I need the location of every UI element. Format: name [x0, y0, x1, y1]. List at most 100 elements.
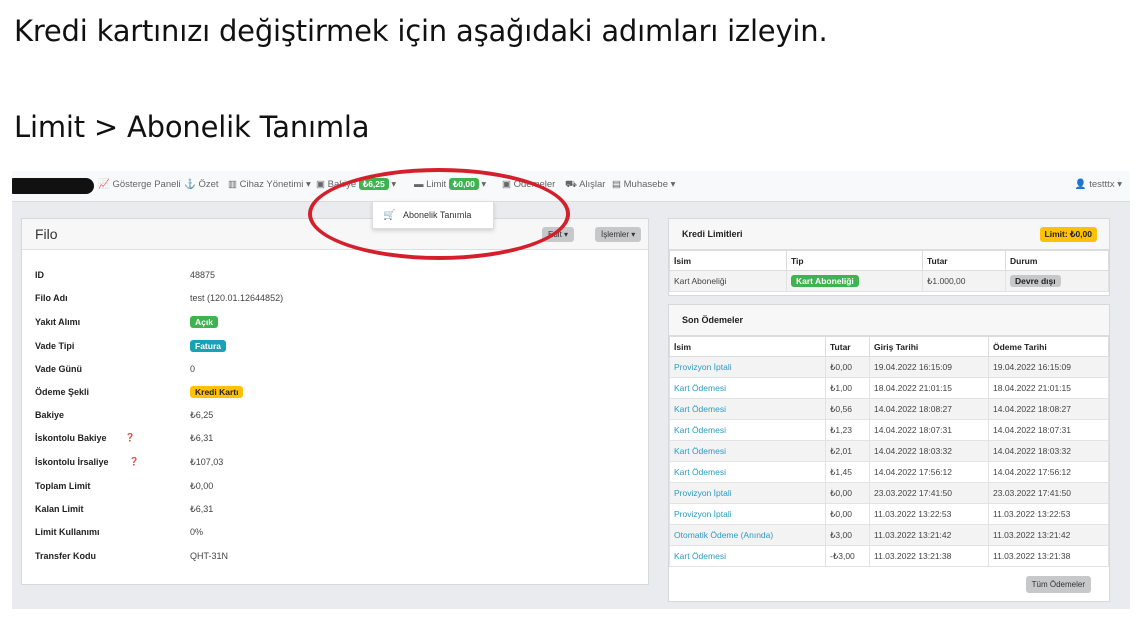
filo-row-value: Kredi Kartı: [190, 386, 244, 398]
cell-giris-tarihi: 19.04.2022 16:15:09: [869, 356, 989, 378]
barcode-icon: ▥: [228, 179, 237, 190]
cell-isim[interactable]: Kart Ödemesi: [669, 398, 826, 420]
odemeler-panel-header: Son Ödemeler: [669, 305, 1109, 336]
app-screenshot: 📈 Gösterge Paneli ⚓ Özet ▥ Cihaz Yönetim…: [12, 171, 1130, 609]
cell-odeme-tarihi: 14.04.2022 17:56:12: [988, 461, 1109, 483]
nav-alislar[interactable]: ⛟ Alışlar: [565, 179, 605, 191]
filo-row-value: test (120.01.12644852): [190, 293, 284, 303]
nav-muhasebe[interactable]: ▤ Muhasebe ▾: [612, 179, 675, 190]
edit-button[interactable]: Edit ▾: [542, 227, 575, 242]
cell-isim[interactable]: Kart Ödemesi: [669, 440, 826, 462]
cell-isim[interactable]: Provizyon İptali: [669, 503, 826, 525]
col-tip: Tip: [786, 250, 923, 271]
filo-row: Ödeme Şekli Kredi Kartı: [22, 383, 648, 405]
table-header-row: İsim Tutar Giriş Tarihi Ödeme Tarihi: [669, 336, 1109, 357]
bakiye-badge: ₺6,25: [358, 178, 389, 190]
filo-row-label: Limit Kullanımı: [35, 527, 100, 537]
cell-odeme-tarihi: 14.04.2022 18:07:31: [988, 419, 1109, 441]
odemeler-title: Son Ödemeler: [682, 315, 744, 325]
filo-row-value: ₺6,31: [190, 433, 214, 443]
col-isim: İsim: [669, 336, 826, 357]
islemler-button[interactable]: İşlemler ▾: [595, 227, 642, 242]
kredi-table: İsim Tip Tutar Durum Kart Aboneliği Kart…: [669, 250, 1109, 292]
filo-row-label: Yakıt Alımı: [35, 317, 81, 327]
table-row: Kart Ödemesi ₺0,56 14.04.2022 18:08:27 14.0…: [669, 398, 1109, 420]
filo-title: Filo: [35, 226, 58, 242]
cell-isim[interactable]: Provizyon İptali: [669, 356, 826, 378]
tip-badge: Kart Aboneliği: [791, 275, 859, 287]
col-tutar: Tutar: [825, 336, 870, 357]
cell-giris-tarihi: 18.04.2022 21:01:15: [869, 377, 989, 399]
cell-giris-tarihi: 14.04.2022 18:07:31: [869, 419, 989, 441]
help-icon[interactable]: ❓: [125, 433, 135, 442]
redacted-logo: [12, 178, 94, 194]
tum-odemeler-button[interactable]: Tüm Ödemeler: [1025, 576, 1091, 593]
cell-isim[interactable]: Kart Ödemesi: [669, 545, 826, 567]
table-row: Provizyon İptali ₺0,00 11.03.2022 13:22:53…: [669, 503, 1109, 525]
cell-odeme-tarihi: 14.04.2022 18:03:32: [988, 440, 1109, 462]
cell-tip: Kart Aboneliği: [786, 270, 923, 292]
filo-row-value: ₺107,03: [190, 457, 224, 467]
limit-badge: Limit: ₺0,00: [1039, 227, 1097, 242]
cell-durum: Devre dışı: [1005, 270, 1109, 292]
chart-icon: 📈: [98, 179, 110, 190]
filo-row: Yakıt Alımı Açık: [22, 313, 648, 335]
menu-item-abonelik-tanimla[interactable]: Abonelik Tanımla: [403, 210, 471, 220]
cell-tutar: ₺0,00: [825, 356, 870, 378]
cell-giris-tarihi: 14.04.2022 17:56:12: [869, 461, 989, 483]
cell-tutar: ₺0,00: [825, 503, 870, 525]
nav-odemeler[interactable]: ▣ Ödemeler: [502, 179, 555, 190]
cell-odeme-tarihi: 23.03.2022 17:41:50: [988, 482, 1109, 504]
table-row: Provizyon İptali ₺0,00 23.03.2022 17:41:50…: [669, 482, 1109, 504]
filo-row-value: ₺0,00: [190, 481, 214, 491]
filo-row-label: Bakiye: [35, 410, 65, 420]
yakit-alimi-badge: Açık: [190, 316, 218, 328]
cell-tutar: ₺0,56: [825, 398, 870, 420]
document-icon: ▤: [612, 179, 621, 190]
cell-isim[interactable]: Otomatik Ödeme (Anında): [669, 524, 826, 546]
cell-odeme-tarihi: 11.03.2022 13:21:42: [988, 524, 1109, 546]
table-row: Kart Aboneliği Kart Aboneliği ₺1.000,00 …: [669, 270, 1109, 292]
cell-odeme-tarihi: 11.03.2022 13:21:38: [988, 545, 1109, 567]
anchor-icon: ⚓: [184, 179, 196, 190]
money-icon: ▣: [316, 179, 325, 190]
filo-row-value: 48875: [190, 270, 216, 280]
nav-bakiye[interactable]: ▣ Bakiye ₺6,25 ▾: [316, 178, 396, 190]
nav-gosterge-paneli[interactable]: 📈 Gösterge Paneli: [98, 179, 181, 190]
filo-row-label: Ödeme Şekli: [35, 387, 90, 397]
filo-row-label: Toplam Limit: [35, 481, 91, 491]
col-isim: İsim: [669, 250, 787, 271]
instruction-line-2: Limit > Abonelik Tanımla: [14, 110, 370, 144]
col-durum: Durum: [1005, 250, 1109, 271]
filo-row-value: ₺6,25: [190, 410, 214, 420]
col-giris-tarihi: Giriş Tarihi: [869, 336, 989, 357]
cell-giris-tarihi: 11.03.2022 13:21:42: [869, 524, 989, 546]
cell-isim[interactable]: Kart Ödemesi: [669, 377, 826, 399]
table-row: Kart Ödemesi ₺1,23 14.04.2022 18:07:31 14.0…: [669, 419, 1109, 441]
filo-row-label: ID: [35, 270, 44, 280]
filo-row: Toplam Limit ₺0,00: [22, 477, 648, 499]
filo-row: Transfer Kodu QHT-31N: [22, 547, 648, 569]
nav-ozet[interactable]: ⚓ Özet: [184, 179, 219, 190]
cell-isim[interactable]: Kart Ödemesi: [669, 461, 826, 483]
filo-row-label: Transfer Kodu: [35, 551, 97, 561]
filo-row-value: ₺6,31: [190, 504, 214, 514]
table-row: Provizyon İptali ₺0,00 19.04.2022 16:15:09…: [669, 356, 1109, 378]
user-menu[interactable]: 👤 testttx ▾: [1075, 179, 1122, 190]
kredi-panel-header: Kredi Limitleri Limit: ₺0,00: [669, 219, 1109, 250]
cell-isim[interactable]: Provizyon İptali: [669, 482, 826, 504]
cell-tutar: ₺3,00: [825, 524, 870, 546]
table-row: Otomatik Ödeme (Anında) ₺3,00 11.03.2022 1…: [669, 524, 1109, 546]
cell-isim: Kart Aboneliği: [669, 270, 787, 292]
cell-giris-tarihi: 14.04.2022 18:03:32: [869, 440, 989, 462]
instruction-line-1: Kredi kartınızı değiştirmek için aşağıda…: [14, 14, 828, 48]
help-icon[interactable]: ❓: [129, 457, 139, 466]
table-row: Kart Ödemesi ₺2,01 14.04.2022 18:03:32 14.0…: [669, 440, 1109, 462]
nav-cihaz-yonetimi[interactable]: ▥ Cihaz Yönetimi ▾: [228, 179, 311, 190]
nav-limit[interactable]: ▬ Limit ₺0,00 ▾: [414, 178, 486, 190]
cell-tutar: ₺1,45: [825, 461, 870, 483]
cell-isim[interactable]: Kart Ödemesi: [669, 419, 826, 441]
cell-tutar: ₺1,00: [825, 377, 870, 399]
son-odemeler-panel: Son Ödemeler İsim Tutar Giriş Tarihi Öde…: [668, 304, 1110, 602]
filo-row-label: Filo Adı: [35, 293, 68, 303]
